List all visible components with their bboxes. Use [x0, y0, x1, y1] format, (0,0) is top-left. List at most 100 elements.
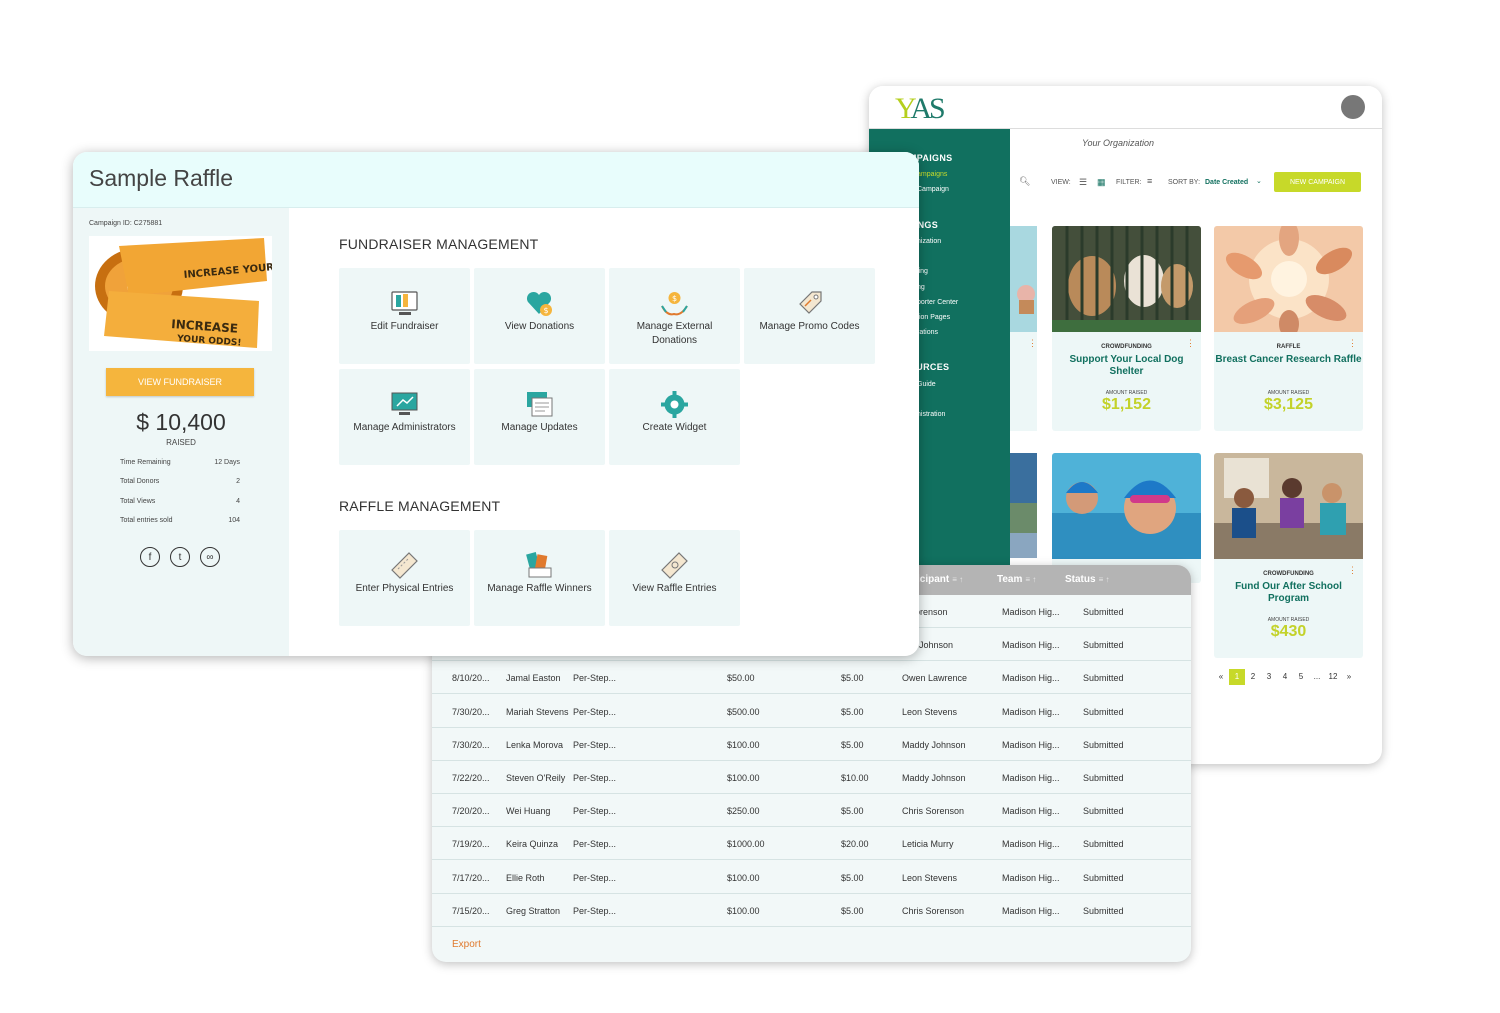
sidebar-item[interactable]: Guide [917, 381, 936, 388]
table-row[interactable]: 7/17/20... Ellie Roth Per-Step... $100.00 $5… [432, 861, 1191, 894]
campaign-title[interactable]: Fund Our After School Program [1214, 581, 1363, 605]
raffle-management-title: RAFFLE MANAGEMENT [339, 498, 501, 514]
cell-date: 7/30/20... [452, 739, 490, 750]
enter-physical-entries-tile[interactable]: Enter Physical Entries [339, 530, 470, 626]
edit-fundraiser-tile[interactable]: Edit Fundraiser [339, 268, 470, 364]
sidebar-item[interactable]: rations [917, 329, 938, 336]
column-header-status[interactable]: Status ≡ ↑ [1065, 574, 1109, 585]
stat-label: Time Remaining [120, 459, 171, 466]
manage-updates-tile[interactable]: Manage Updates [474, 369, 605, 465]
sidebar-item[interactable]: nization [917, 238, 941, 245]
column-header-team[interactable]: Team ≡ ↑ [997, 574, 1036, 585]
table-row[interactable]: 8/10/20... Jamal Easton Per-Step... $50.00 $… [432, 661, 1191, 695]
physical-entries-icon [391, 552, 418, 579]
manage-raffle-winners-tile[interactable]: Manage Raffle Winners [474, 530, 605, 626]
campaign-card[interactable]: ⋮ CROWDFUNDING Support Your Local Dog Sh… [1052, 226, 1201, 431]
cell-status: Submitted [1083, 905, 1124, 916]
sidebar-item[interactable]: ampaigns [917, 171, 947, 178]
table-row[interactable]: 7/20/20... Wei Huang Per-Step... $250.00 $5.… [432, 794, 1191, 828]
table-row[interactable]: 7/30/20... Mariah Stevens Per-Step... $500.… [432, 695, 1191, 728]
table-row[interactable]: 7/19/20... Keira Quinza Per-Step... $1000.0… [432, 827, 1191, 861]
stat-label: Total Views [120, 498, 156, 505]
link-icon[interactable]: ∞ [200, 547, 220, 567]
sidebar-item[interactable]: porter Center [917, 299, 958, 306]
cell-team: Madison Hig... [1002, 706, 1060, 717]
cell-team: Madison Hig... [1002, 872, 1060, 883]
table-row[interactable]: 7/22/20... Steven O'Reily Per-Step... $100.… [432, 761, 1191, 794]
cell-team: Madison Hig... [1002, 739, 1060, 750]
partial-campaign-card[interactable] [1010, 453, 1037, 558]
cell-donor: Wei Huang [506, 806, 551, 817]
sort-filter-icon[interactable]: ≡ ↑ [1099, 575, 1110, 584]
column-header-participant[interactable]: icipant ≡ ↑ [917, 574, 963, 585]
tile-label: View Donations [504, 321, 575, 332]
tile-label: Manage Promo Codes [759, 321, 860, 332]
campaign-title[interactable]: Support Your Local Dog Shelter [1052, 354, 1201, 378]
manage-promo-codes-tile[interactable]: Manage Promo Codes [744, 268, 875, 364]
cell-amount: $100.00 [727, 905, 760, 916]
raffle-tickets-image: INCREASE YOUR ODDS! INCREASE YOUR ODDS! [89, 236, 272, 351]
view-fundraiser-button[interactable]: VIEW FUNDRAISER [106, 368, 254, 396]
cell-fee: $20.00 [841, 839, 869, 850]
cell-participant: Maddy Johnson [902, 773, 966, 783]
cell-amount: $1000.00 [727, 839, 765, 850]
sort-filter-icon[interactable]: ≡ ↑ [1025, 575, 1036, 584]
view-donations-tile[interactable]: $ View Donations [474, 268, 605, 364]
yas-logo[interactable]: YAS [895, 92, 946, 126]
pagination-page[interactable]: 3 [1261, 669, 1277, 685]
campaign-card[interactable] [1052, 453, 1201, 583]
sort-dropdown[interactable]: Date Created [1205, 179, 1248, 186]
pagination-page[interactable]: 5 [1293, 669, 1309, 685]
cupcake-image [1010, 226, 1037, 332]
sidebar-item[interactable]: Campaign [917, 186, 949, 193]
chevron-down-icon[interactable]: ⌄ [1256, 177, 1262, 185]
avatar[interactable] [1341, 95, 1365, 119]
pagination-page[interactable]: 12 [1325, 669, 1341, 685]
pagination-page[interactable]: 1 [1229, 669, 1245, 685]
sidebar-item[interactable]: tion Pages [917, 314, 950, 321]
facebook-icon[interactable]: f [140, 547, 160, 567]
cell-type: Per-Step... [573, 872, 617, 883]
list-view-icon[interactable]: ☰ [1079, 177, 1087, 188]
cell-status: Submitted [1083, 673, 1124, 684]
cell-participant: Chris Sorenson [902, 806, 965, 817]
pagination-page: ... [1313, 672, 1321, 681]
pagination-next[interactable]: » [1341, 669, 1357, 685]
cell-amount: $100.00 [727, 773, 760, 783]
kebab-menu-icon[interactable]: ⋮ [1028, 338, 1037, 349]
sidebar-item[interactable]: nistration [917, 411, 945, 418]
students-classroom-image [1214, 453, 1363, 559]
export-link[interactable]: Export [452, 939, 481, 950]
stat-value: 104 [228, 517, 240, 524]
manage-administrators-tile[interactable]: Manage Administrators [339, 369, 470, 465]
manage-external-donations-tile[interactable]: $ Manage External Donations [609, 268, 740, 364]
create-widget-tile[interactable]: Create Widget [609, 369, 740, 465]
view-raffle-entries-tile[interactable]: View Raffle Entries [609, 530, 740, 626]
dogs-shelter-image [1052, 226, 1201, 332]
table-row[interactable]: 7/30/20... Lenka Morova Per-Step... $100.00… [432, 728, 1191, 761]
new-campaign-button[interactable]: NEW CAMPAIGN [1274, 172, 1361, 192]
partial-campaign-card[interactable]: ⋮ [1010, 226, 1037, 431]
campaign-card[interactable]: ⋮ CROWDFUNDING Fund Our After School Pro… [1214, 453, 1363, 658]
tile-label: Manage Updates [501, 422, 578, 433]
pagination-prev[interactable]: « [1213, 669, 1229, 685]
cell-donor: Jamal Easton [506, 673, 561, 684]
raffle-header: Sample Raffle [73, 152, 919, 208]
cell-fee: $5.00 [841, 806, 864, 817]
sort-filter-icon[interactable]: ≡ ↑ [952, 575, 963, 584]
stat-value: 2 [236, 478, 240, 485]
twitter-icon[interactable]: t [170, 547, 190, 567]
view-donations-icon: $ [526, 291, 552, 316]
table-row[interactable]: 7/15/20... Greg Stratton Per-Step... $100.0… [432, 894, 1191, 927]
pagination-page[interactable]: 2 [1245, 669, 1261, 685]
grid-view-icon[interactable]: ▦ [1097, 177, 1106, 188]
pagination-page[interactable]: 4 [1277, 669, 1293, 685]
campaign-title[interactable]: Breast Cancer Research Raffle [1214, 354, 1363, 366]
lake-image [1010, 453, 1037, 558]
stat-value: 12 Days [214, 459, 240, 466]
campaign-card[interactable]: ⋮ RAFFLE Breast Cancer Research Raffle A… [1214, 226, 1363, 431]
search-icon[interactable]: 🔍︎ [1019, 176, 1030, 187]
filter-icon[interactable]: ≡ [1147, 176, 1152, 186]
cell-participant: Leticia Murry [902, 839, 954, 850]
cell-fee: $5.00 [841, 739, 864, 750]
